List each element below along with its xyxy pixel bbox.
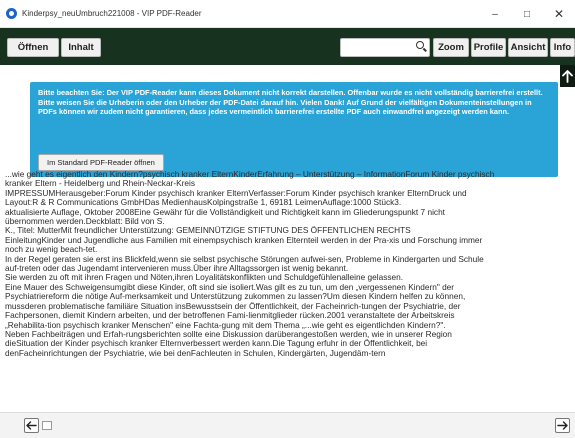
- document-line: In der Regel geraten sie erst ins Blickf…: [5, 254, 484, 264]
- previous-page-button[interactable]: [24, 418, 39, 433]
- next-page-button[interactable]: [555, 418, 570, 433]
- window-title: Kinderpsy_neuUmbruch221008 - VIP PDF-Rea…: [22, 9, 202, 18]
- zoom-button[interactable]: Zoom: [433, 38, 469, 57]
- contents-button[interactable]: Inhalt: [61, 38, 101, 57]
- search-icon[interactable]: [416, 41, 424, 49]
- document-line: übernommen werden.Deckblatt: Bild von S.: [5, 217, 165, 227]
- minimize-button[interactable]: –: [479, 0, 511, 28]
- open-button[interactable]: Öffnen: [7, 38, 59, 57]
- document-line: ...wie geht es eigentlich den Kindern?ps…: [5, 170, 495, 179]
- document-line: noch zu wenig beach-tet.: [5, 245, 98, 255]
- open-standard-reader-button[interactable]: Im Standard PDF-Reader öffnen: [38, 154, 164, 171]
- horizontal-scrollbar[interactable]: [42, 421, 52, 430]
- arrow-right-icon: [557, 421, 568, 430]
- accessibility-warning-banner: Bitte beachten Sie: Der VIP PDF-Reader k…: [30, 82, 558, 177]
- document-line: Psychiatriereform die nötige Auf-merksam…: [5, 292, 466, 302]
- document-line: dieSituation der Kinder psychisch kranke…: [5, 339, 428, 349]
- document-line: kranker Eltern - Heidelberg und Rhein-Ne…: [5, 179, 195, 189]
- document-text: ...wie geht es eigentlich den Kindern?ps…: [5, 170, 557, 358]
- warning-text: Bitte beachten Sie: Der VIP PDF-Reader k…: [38, 88, 543, 116]
- document-view: Bitte beachten Sie: Der VIP PDF-Reader k…: [0, 65, 560, 412]
- document-line: „Rehabilita-tion psychisch kranker Mensc…: [5, 320, 446, 330]
- toolbar: Öffnen Inhalt Zoom Profile Ansicht Info: [0, 28, 575, 65]
- document-line: Sie werden zu oft mit ihren Fragen und N…: [5, 273, 404, 283]
- close-button[interactable]: ✕: [543, 0, 575, 28]
- window-controls: – □ ✕: [479, 0, 575, 28]
- document-line: auf-treten oder das Jugendamt intervenie…: [5, 264, 349, 274]
- document-line: denFacheinrichtungen der Psychiatrie, wi…: [5, 348, 386, 358]
- document-line: K., Titel: MutterMit freundlicher Unters…: [5, 226, 411, 236]
- document-line: EinleitungKinder und Jugendliche aus Fam…: [5, 235, 483, 245]
- document-line: mussderen problematische familiäre Situa…: [5, 301, 461, 311]
- document-line: Neben Fachbeiträgen und Erfah-rungsberic…: [5, 329, 452, 339]
- document-line: Fachpersonen, diemit Kindern arbeiten, u…: [5, 311, 455, 321]
- info-button[interactable]: Info: [550, 38, 575, 57]
- document-line: Layout:R & R Communications GmbHDas Medi…: [5, 198, 402, 208]
- window-titlebar: Kinderpsy_neuUmbruch221008 - VIP PDF-Rea…: [0, 0, 575, 28]
- document-line: aktualisierte Auflage, Oktober 2008Eine …: [5, 207, 445, 217]
- document-line: Eine Mauer des Schweigensumgibt diese Ki…: [5, 282, 455, 292]
- arrow-left-icon: [26, 421, 37, 430]
- bottom-navigation: [0, 412, 575, 438]
- vip-reader-logo-icon: [6, 8, 17, 19]
- view-button[interactable]: Ansicht: [508, 38, 548, 57]
- document-line: IMPRESSUMHerausgeber:Forum Kinder psychi…: [5, 188, 467, 198]
- scroll-to-top-button[interactable]: [560, 65, 575, 87]
- arrow-up-icon: [562, 69, 573, 83]
- profile-button[interactable]: Profile: [471, 38, 506, 57]
- maximize-button[interactable]: □: [511, 0, 543, 28]
